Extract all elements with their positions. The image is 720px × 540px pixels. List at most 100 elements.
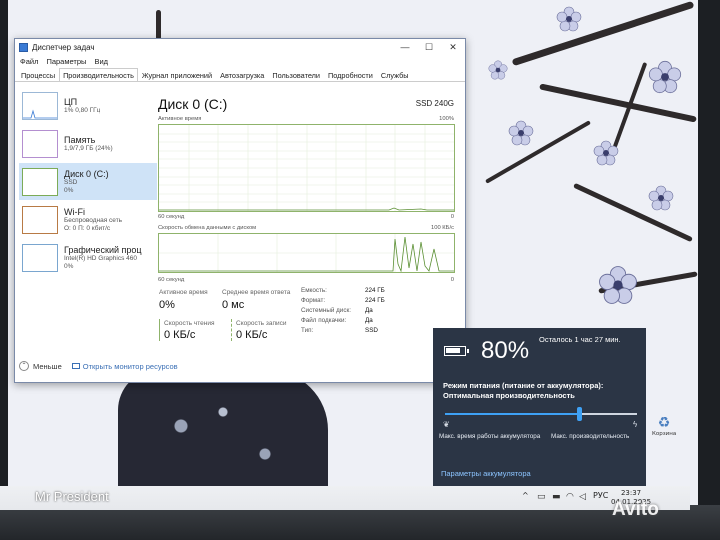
- tab-startup[interactable]: Автозагрузка: [216, 68, 268, 81]
- transfer-rate-graph-label: Скорость обмена данными с диском: [158, 225, 257, 231]
- cpu-mini-line: [23, 109, 57, 118]
- active-time-label: Активное время: [159, 289, 208, 296]
- language-indicator[interactable]: РУС: [593, 491, 608, 500]
- battery-percent: 80%: [481, 337, 530, 364]
- tab-app-history[interactable]: Журнал приложений: [138, 68, 216, 81]
- power-mode: Режим питания (питание от аккумулятора):…: [443, 381, 643, 401]
- blossom-icon: [648, 60, 682, 94]
- system-disk-key: Системный диск:: [301, 307, 351, 314]
- tab-performance[interactable]: Производительность: [59, 68, 138, 81]
- power-mode-slider[interactable]: [445, 407, 637, 421]
- sidebar-cpu-usage: 1% 0,80 ГГц: [64, 106, 101, 114]
- active-time-grid: [159, 125, 454, 211]
- avito-watermark: Avito: [612, 499, 659, 520]
- sidebar-item-wifi[interactable]: Wi-Fi Беспроводная сеть О: 0 П: 0 кбит/с: [19, 201, 157, 238]
- recycle-bin-shortcut[interactable]: ♻ Корзина: [652, 415, 676, 445]
- menu-view[interactable]: Вид: [94, 57, 108, 66]
- branch: [485, 120, 591, 184]
- watermark-text: Mr President: [35, 489, 109, 504]
- close-button[interactable]: ✕: [441, 39, 465, 55]
- transfer-rate-plot: [159, 234, 454, 272]
- active-time-graph-time: 60 секунд: [158, 214, 185, 220]
- disk-mini-graph: [22, 167, 58, 196]
- slider-max-label: Макс. производительность: [551, 433, 630, 440]
- tab-strip: Процессы Производительность Журнал прило…: [15, 68, 465, 82]
- battery-flyout: 80% Осталось 1 час 27 мин. Режим питания…: [433, 328, 646, 490]
- tab-details[interactable]: Подробности: [324, 68, 377, 81]
- resource-monitor-label: Открыть монитор ресурсов: [82, 361, 178, 371]
- volume-icon[interactable]: ◁: [579, 492, 586, 502]
- active-time-graph-min: 0: [450, 214, 454, 220]
- performance-sidebar: ЦП 1% 0,80 ГГц Память 1,9/7,9 ГБ (24%) Д…: [19, 86, 157, 326]
- task-manager-icon: [19, 42, 28, 52]
- wifi-icon[interactable]: ◠: [566, 492, 574, 502]
- active-time-value: 0%: [159, 299, 175, 311]
- type-value: SSD: [365, 327, 378, 334]
- sidebar-memory-name: Память: [64, 134, 96, 145]
- format-key: Формат:: [301, 297, 326, 304]
- active-time-graph-max: 100%: [439, 116, 454, 122]
- active-time-graph-label: Активное время: [158, 116, 202, 122]
- menu-options[interactable]: Параметры: [46, 57, 86, 66]
- transfer-rate-graph: [158, 233, 455, 273]
- active-time-graph: [158, 124, 455, 212]
- power-mode-label: Режим питания (питание от аккумулятора):: [443, 381, 604, 390]
- menu-file[interactable]: Файл: [20, 57, 38, 66]
- battery-tray-icon[interactable]: ▬: [552, 492, 561, 502]
- clock-time: 23:37: [620, 489, 642, 497]
- sidebar-item-cpu[interactable]: ЦП 1% 0,80 ГГц: [19, 87, 157, 124]
- tab-users[interactable]: Пользователи: [268, 68, 324, 81]
- battery-settings-link[interactable]: Параметры аккумулятора: [441, 469, 531, 478]
- maximize-button[interactable]: ☐: [417, 39, 441, 55]
- write-speed-marker: [231, 319, 232, 341]
- chevron-up-icon[interactable]: ⌃: [19, 361, 29, 371]
- show-hidden-icons-button[interactable]: ^: [522, 491, 529, 500]
- sidebar-cpu-name: ЦП: [64, 96, 78, 107]
- sidebar-item-disk[interactable]: Диск 0 (C:) SSD 0%: [19, 163, 157, 200]
- slider-min-label: Макс. время работы аккумулятора: [439, 433, 541, 440]
- fewer-details-button[interactable]: Меньше: [33, 362, 62, 371]
- battery-icon: [444, 346, 469, 356]
- transfer-rate-graph-max: 100 КБ/с: [431, 225, 454, 231]
- sidebar-gpu-name: Графический проц: [64, 244, 142, 255]
- bolt-icon: ϟ: [633, 420, 638, 429]
- sidebar-disk-type: SSD: [64, 178, 78, 186]
- window-footer: ⌃ Меньше Открыть монитор ресурсов: [19, 361, 178, 371]
- capacity-value: 224 ГБ: [365, 287, 385, 294]
- title-bar[interactable]: Диспетчер задач — ☐ ✕: [15, 39, 465, 55]
- gpu-mini-graph: [22, 243, 58, 272]
- window-title: Диспетчер задач: [32, 42, 95, 52]
- format-value: 224 ГБ: [365, 297, 385, 304]
- write-speed-value: 0 КБ/с: [236, 329, 268, 341]
- blossom-icon: [599, 266, 637, 304]
- sidebar-item-memory[interactable]: Память 1,9/7,9 ГБ (24%): [19, 125, 157, 162]
- sidebar-item-gpu[interactable]: Графический проц Intel(R) HD Graphics 46…: [19, 239, 157, 276]
- page-file-value: Да: [365, 317, 373, 324]
- power-mode-slider-thumb[interactable]: [577, 407, 583, 421]
- disk-model: SSD 240G: [415, 99, 454, 108]
- branch: [511, 0, 695, 67]
- page-file-key: Файл подкачки:: [301, 317, 347, 324]
- tab-services[interactable]: Службы: [377, 68, 413, 81]
- read-speed-marker: [159, 319, 160, 341]
- read-speed-label: Скорость чтения: [164, 320, 215, 327]
- capacity-key: Емкость:: [301, 287, 327, 294]
- active-time-line: [159, 207, 454, 211]
- page-title: Диск 0 (C:): [158, 96, 228, 112]
- read-speed-value: 0 КБ/с: [164, 329, 196, 341]
- minimize-button[interactable]: —: [393, 39, 417, 55]
- blossom-icon: [648, 185, 674, 211]
- blossom-icon: [593, 140, 619, 166]
- blossom-icon: [556, 6, 582, 32]
- task-manager-window[interactable]: Диспетчер задач — ☐ ✕ Файл Параметры Вид…: [14, 38, 466, 383]
- network-icon[interactable]: ▭: [537, 492, 546, 502]
- blossom-icon: [488, 60, 508, 80]
- transfer-rate-line: [159, 236, 454, 272]
- resource-monitor-link[interactable]: Открыть монитор ресурсов: [71, 361, 178, 371]
- write-speed-label: Скорость записи: [236, 320, 287, 327]
- branch: [156, 10, 161, 40]
- recycle-bin-icon: ♻: [657, 415, 671, 431]
- leaf-icon: ❦: [443, 420, 450, 429]
- cpu-mini-graph: [22, 91, 58, 120]
- tab-processes[interactable]: Процессы: [17, 68, 59, 81]
